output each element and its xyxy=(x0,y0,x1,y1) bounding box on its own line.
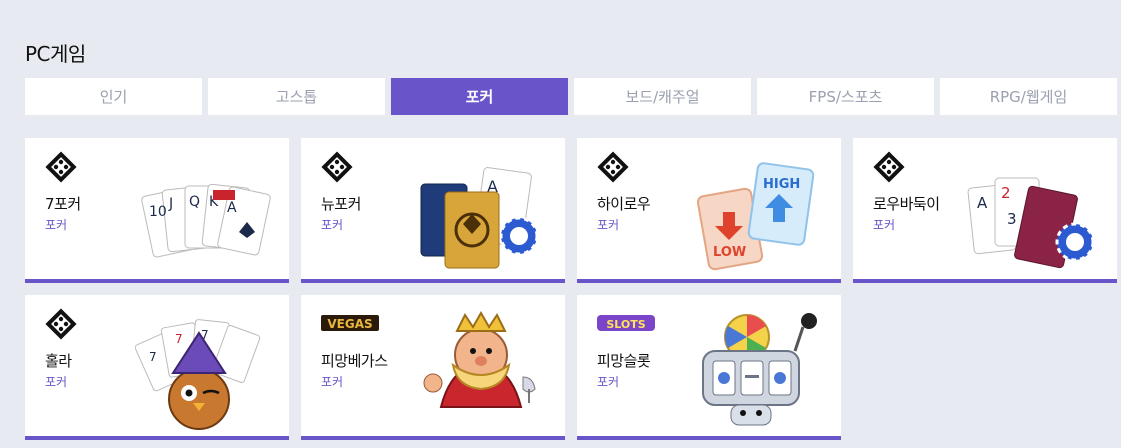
svg-text:J: J xyxy=(168,196,173,212)
category-tabs: 인기 고스톱 포커 보드/캐주얼 FPS/스포츠 RPG/웹게임 xyxy=(25,78,1117,115)
svg-text:7: 7 xyxy=(149,350,157,364)
svg-text:10: 10 xyxy=(149,204,167,220)
cards-and-chips-icon: A 2 3 xyxy=(967,177,1095,269)
svg-text:3: 3 xyxy=(1007,210,1017,228)
game-card-highlow[interactable]: 하이로우 포커 LOW HIGH xyxy=(577,138,841,283)
game-name: 홀라 xyxy=(45,352,72,370)
king-character-icon xyxy=(423,310,536,408)
game-category: 포커 xyxy=(597,218,620,232)
game-name: 뉴포커 xyxy=(321,195,361,213)
svg-text:SLOTS: SLOTS xyxy=(606,318,645,331)
game-category: 포커 xyxy=(321,375,344,389)
game-card-7poker[interactable]: 7포커 포커 10 J Q K A xyxy=(25,138,289,283)
game-name: 로우바둑이 xyxy=(873,195,940,213)
tab-rpg-web[interactable]: RPG/웹게임 xyxy=(940,78,1117,115)
tab-popular[interactable]: 인기 xyxy=(25,78,202,115)
diamond-logo-icon xyxy=(45,308,77,340)
game-card-newpoker[interactable]: 뉴포커 포커 A xyxy=(301,138,565,283)
slot-machine-icon xyxy=(702,313,817,426)
game-category: 포커 xyxy=(45,375,68,389)
game-category: 포커 xyxy=(321,218,344,232)
cards-and-chips-icon: A xyxy=(420,167,539,269)
game-name: 피망베가스 xyxy=(321,352,388,370)
tab-fps-sports[interactable]: FPS/스포츠 xyxy=(757,78,934,115)
tab-board-casual[interactable]: 보드/캐주얼 xyxy=(574,78,751,115)
game-card-pmang-vegas[interactable]: VEGAS 피망베가스 포커 xyxy=(301,295,565,440)
game-card-pmang-slots[interactable]: SLOTS 피망슬롯 포커 xyxy=(577,295,841,440)
game-name: 7포커 xyxy=(45,195,81,213)
diamond-logo-icon xyxy=(873,151,905,183)
svg-text:VEGAS: VEGAS xyxy=(327,317,372,331)
svg-text:2: 2 xyxy=(1001,184,1011,202)
game-card-lowbadugi[interactable]: 로우바둑이 포커 A 2 3 xyxy=(853,138,1117,283)
playing-cards-icon: 10 J Q K A xyxy=(141,183,271,258)
high-low-cards-icon: LOW HIGH xyxy=(696,162,815,271)
svg-text:A: A xyxy=(227,200,237,216)
tab-gostop[interactable]: 고스톱 xyxy=(208,78,385,115)
game-category: 포커 xyxy=(597,375,620,389)
wizard-owl-icon: 7 7 7 xyxy=(135,319,261,430)
diamond-logo-icon xyxy=(45,151,77,183)
tab-poker[interactable]: 포커 xyxy=(391,78,568,115)
diamond-logo-icon xyxy=(321,151,353,183)
game-category: 포커 xyxy=(873,218,896,232)
svg-text:LOW: LOW xyxy=(713,245,746,260)
svg-text:A: A xyxy=(977,194,988,212)
game-card-hoola[interactable]: 홀라 포커 7 7 7 xyxy=(25,295,289,440)
vegas-logo-icon: VEGAS xyxy=(321,315,379,331)
game-name: 하이로우 xyxy=(597,195,651,213)
diamond-logo-icon xyxy=(597,151,629,183)
svg-text:Q: Q xyxy=(189,194,200,210)
svg-text:HIGH: HIGH xyxy=(763,177,800,192)
game-name: 피망슬롯 xyxy=(597,352,651,370)
page-title: PC게임 xyxy=(25,42,86,66)
slots-logo-icon: SLOTS xyxy=(597,315,655,331)
svg-text:7: 7 xyxy=(175,332,183,346)
game-category: 포커 xyxy=(45,218,68,232)
game-grid: 7포커 포커 10 J Q K A 뉴포커 포커 A 하이로우 포커 LOW H… xyxy=(25,138,1117,440)
